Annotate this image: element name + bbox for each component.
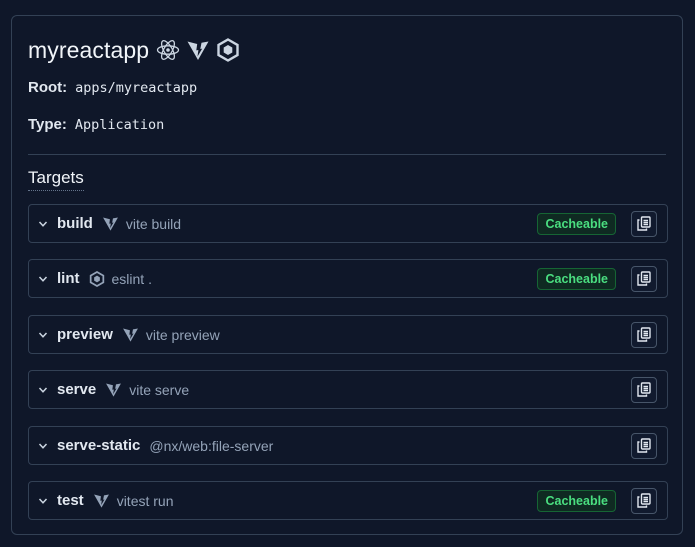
target-name: build: [57, 215, 93, 232]
project-type-row: Type: Application: [28, 116, 164, 133]
project-technology-icons: [156, 38, 240, 62]
cacheable-badge: Cacheable: [537, 212, 616, 235]
copy-button[interactable]: [631, 432, 657, 459]
chevron-down-icon[interactable]: [29, 219, 57, 229]
copy-icon: [637, 493, 651, 508]
eslint-icon: [216, 38, 240, 62]
target-name: serve: [57, 381, 97, 398]
type-value: Application: [74, 117, 165, 133]
vite-icon: [105, 381, 122, 398]
chevron-down-icon[interactable]: [29, 496, 57, 506]
target-command: @nx/web:file-server: [149, 437, 274, 454]
copy-icon: [637, 438, 651, 453]
cacheable-badge: Cacheable: [537, 267, 616, 290]
target-command: vite build: [125, 215, 182, 232]
copy-button[interactable]: [631, 487, 657, 514]
type-label: Type:: [28, 116, 67, 133]
cacheable-badge: Cacheable: [537, 489, 616, 512]
target-row-3[interactable]: serve vite serve: [28, 370, 668, 409]
chevron-down-icon[interactable]: [29, 274, 57, 284]
copy-icon: [637, 216, 651, 231]
vite-icon: [186, 38, 210, 62]
root-value: apps/myreactapp: [75, 80, 198, 96]
project-details-card: myreactapp Root: apps/myreactapp Type: A…: [11, 15, 683, 535]
vite-icon: [122, 326, 139, 343]
target-row-2[interactable]: preview vite preview: [28, 315, 668, 354]
target-command: eslint .: [111, 270, 152, 287]
react-icon: [156, 38, 180, 62]
chevron-down-icon[interactable]: [29, 330, 57, 340]
target-name: serve-static: [57, 437, 141, 454]
root-label: Root:: [28, 79, 68, 96]
target-name: lint: [57, 270, 80, 287]
vite-icon: [93, 492, 110, 509]
copy-button[interactable]: [631, 265, 657, 292]
chevron-down-icon[interactable]: [29, 385, 57, 395]
project-title-row: myreactapp: [28, 36, 240, 64]
target-command: vite serve: [129, 381, 190, 398]
copy-icon: [637, 271, 651, 286]
targets-section-title: Targets: [28, 168, 84, 191]
target-row-4[interactable]: serve-static @nx/web:file-server: [28, 426, 668, 465]
project-title: myreactapp: [28, 36, 150, 63]
section-divider: [28, 154, 666, 155]
target-command: vitest run: [116, 492, 174, 509]
target-name: test: [57, 492, 84, 509]
copy-button[interactable]: [631, 376, 657, 403]
copy-button[interactable]: [631, 210, 657, 237]
target-command: vite preview: [145, 326, 220, 343]
target-row-0[interactable]: build vite build Cacheable: [28, 204, 668, 243]
eslint-icon: [89, 270, 105, 287]
target-row-5[interactable]: test vitest run Cacheable: [28, 481, 668, 520]
vite-icon: [102, 215, 119, 232]
target-name: preview: [57, 326, 113, 343]
copy-icon: [637, 382, 651, 397]
target-row-1[interactable]: lint eslint . Cacheable: [28, 259, 668, 298]
copy-icon: [637, 327, 651, 342]
project-root-row: Root: apps/myreactapp: [28, 79, 197, 96]
chevron-down-icon[interactable]: [29, 441, 57, 451]
copy-button[interactable]: [631, 321, 657, 348]
